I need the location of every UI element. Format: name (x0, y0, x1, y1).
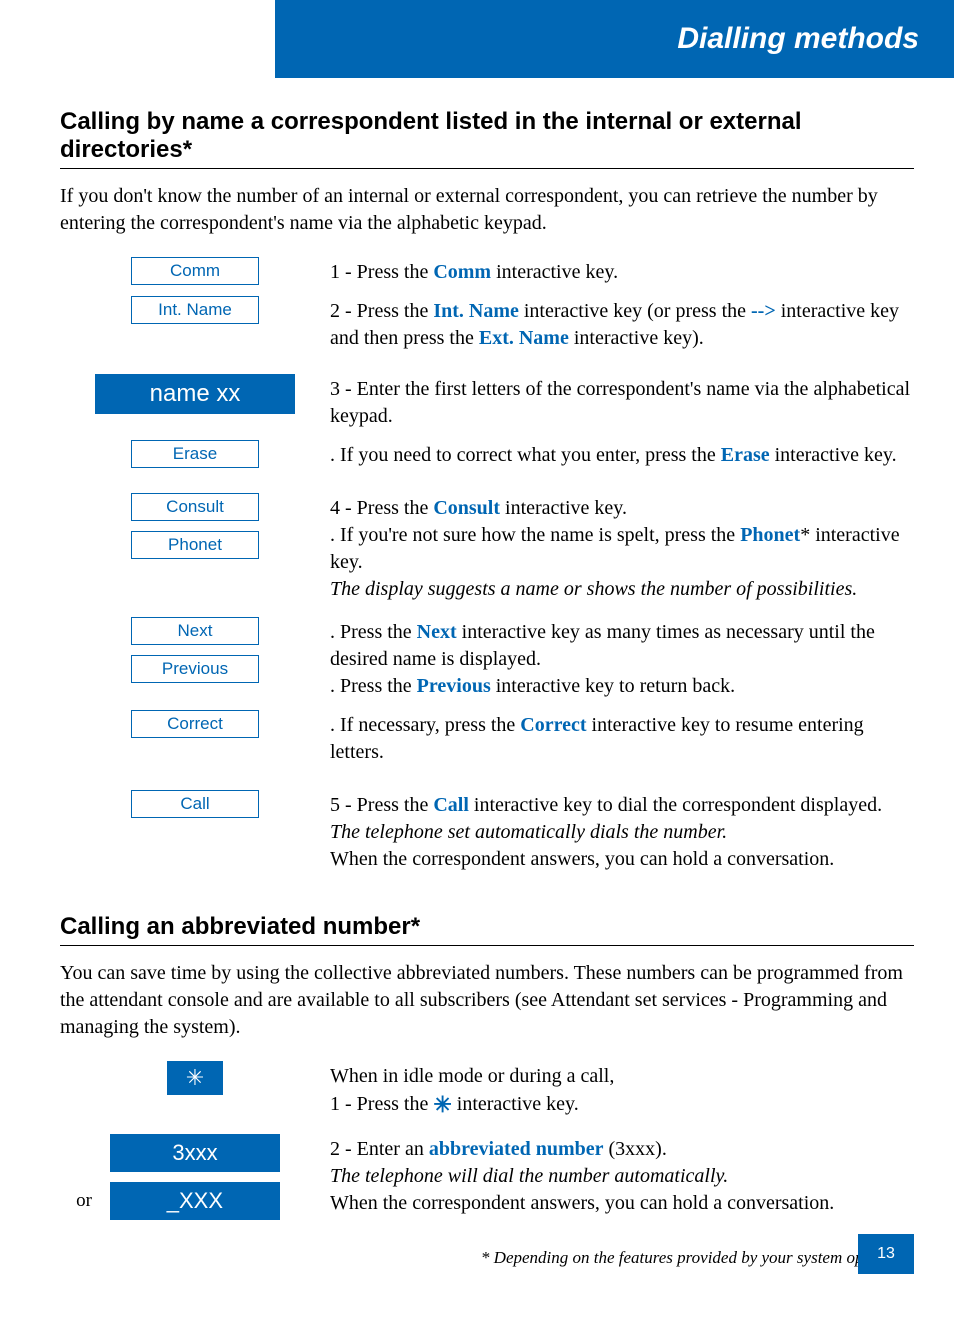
step2-1-text: When in idle mode or during a call, 1 - … (330, 1061, 914, 1120)
step6-row: Correct . If necessary, press the Correc… (60, 710, 914, 766)
step2-1-row: ✳ When in idle mode or during a call, 1 … (60, 1061, 914, 1120)
phonet-key[interactable]: Phonet (131, 531, 259, 559)
section1-heading: Calling by name a correspondent listed i… (60, 108, 914, 169)
footnote: * Depending on the features provided by … (60, 1248, 914, 1268)
star-icon: ✳ (433, 1090, 451, 1120)
step4-row: Consult Phonet 4 - Press the Consult int… (60, 493, 914, 603)
step5-row: Next Previous . Press the Next interacti… (60, 617, 914, 700)
step3-row: name xx 3 - Enter the first letters of t… (60, 374, 914, 430)
step4-text: 4 - Press the Consult interactive key. .… (330, 493, 914, 603)
step3-text: 3 - Enter the first letters of the corre… (330, 374, 914, 430)
section1-intro: If you don't know the number of an inter… (60, 183, 914, 237)
or-label: or (76, 1190, 92, 1212)
three-display: 3xxx (110, 1134, 280, 1172)
step5-text: . Press the Next interactive key as many… (330, 617, 914, 700)
step2-row: Int. Name 2 - Press the Int. Name intera… (60, 296, 914, 352)
step2-text: 2 - Press the Int. Name interactive key … (330, 296, 914, 352)
step1-row: Comm 1 - Press the Comm interactive key. (60, 257, 914, 286)
underscore-display: _XXX (110, 1182, 280, 1220)
page-number: 13 (858, 1234, 914, 1274)
erase-row: Erase . If you need to correct what you … (60, 440, 914, 469)
erase-text: . If you need to correct what you enter,… (330, 440, 914, 469)
section2-intro: You can save time by using the collectiv… (60, 960, 914, 1041)
page-content: Calling by name a correspondent listed i… (0, 78, 954, 1268)
int-name-key[interactable]: Int. Name (131, 296, 259, 324)
call-key[interactable]: Call (131, 790, 259, 818)
step7-text: 5 - Press the Call interactive key to di… (330, 790, 914, 873)
section2-heading: Calling an abbreviated number* (60, 913, 914, 946)
name-display: name xx (95, 374, 295, 414)
step7-row: Call 5 - Press the Call interactive key … (60, 790, 914, 873)
step6-text: . If necessary, press the Correct intera… (330, 710, 914, 766)
erase-key[interactable]: Erase (131, 440, 259, 468)
header-spacer (0, 0, 275, 78)
correct-key[interactable]: Correct (131, 710, 259, 738)
comm-key[interactable]: Comm (131, 257, 259, 285)
previous-key[interactable]: Previous (131, 655, 259, 683)
step2-2-text: 2 - Enter an abbreviated number (3xxx). … (330, 1134, 914, 1217)
consult-key[interactable]: Consult (131, 493, 259, 521)
next-key[interactable]: Next (131, 617, 259, 645)
star-key[interactable]: ✳ (167, 1061, 223, 1095)
step1-text: 1 - Press the Comm interactive key. (330, 257, 914, 286)
step2-2-row: 3xxx or _XXX 2 - Enter an abbreviated nu… (60, 1134, 914, 1220)
header-title: Dialling methods (275, 0, 954, 78)
page-header: Dialling methods (0, 0, 954, 78)
